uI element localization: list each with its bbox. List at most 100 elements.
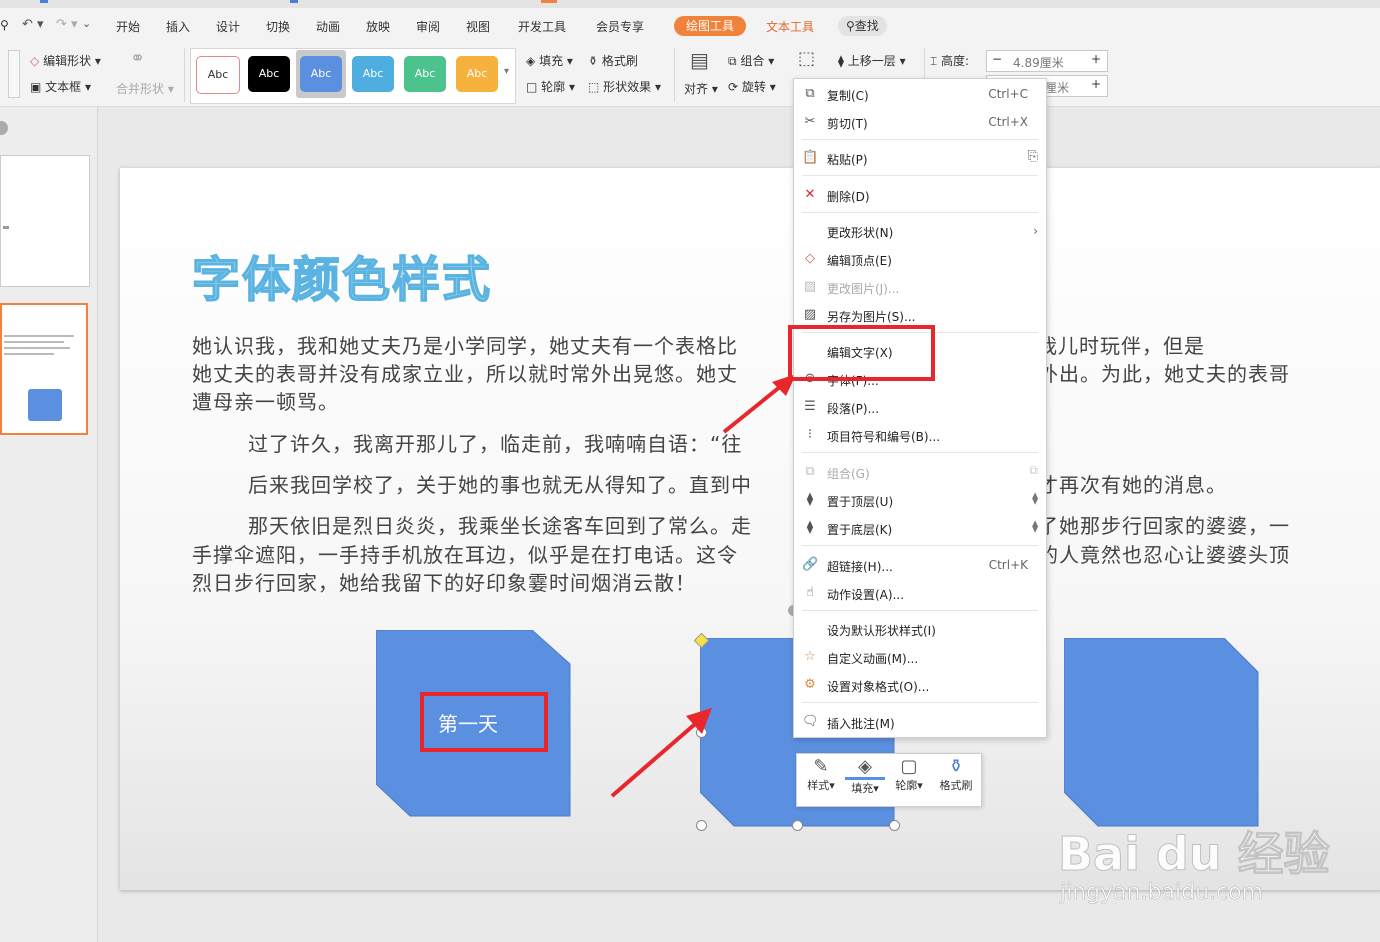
height-input[interactable]: 4.89厘米 (1013, 54, 1064, 71)
tab-text-tools[interactable]: 文本工具 (766, 18, 814, 35)
paste-options-icon[interactable]: ⎘ (1028, 149, 1038, 164)
style-swatch-black[interactable]: Abc (248, 56, 290, 92)
redo-icon[interactable]: ↷ ▾ (56, 17, 78, 32)
tab-transition[interactable]: 切换 (266, 18, 290, 35)
panel-toggle[interactable] (0, 121, 8, 135)
mini-format-brush-button[interactable]: ⚱ 格式刷 (935, 756, 977, 793)
paragraph-line[interactable]: 才再次有她的消息。 (1038, 471, 1227, 499)
style-swatch-orange[interactable]: Abc (456, 56, 498, 92)
thumb-text (4, 341, 64, 343)
undo-icon[interactable]: ↶ ▾ (22, 17, 44, 32)
group-icon: ⧉ (805, 464, 815, 479)
resize-handle[interactable] (792, 820, 803, 831)
tab-animation[interactable]: 动画 (316, 18, 340, 35)
thumb-text (4, 335, 74, 337)
menu-item-paste[interactable]: 📋 粘贴(P) ⎘ (794, 145, 1046, 171)
select-pane-icon[interactable]: ⬚ (798, 48, 815, 69)
resize-handle[interactable] (889, 820, 900, 831)
slide-canvas[interactable]: 字体颜色样式 她认识我，我和她丈夫乃是小学同学，她丈夫有一个表格比 邻居，也是我… (120, 168, 1380, 890)
menu-item-change-shape[interactable]: 更改形状(N) › (794, 218, 1046, 244)
ribbon-scroll[interactable] (8, 50, 20, 98)
menu-item-custom-animation[interactable]: ☆ 自定义动画(M)... (794, 644, 1046, 670)
mini-style-button[interactable]: ✎ 样式▾ (801, 756, 841, 793)
text-box-button[interactable]: ▣ 文本框 ▾ (30, 78, 91, 95)
menu-item-cut[interactable]: ✂ 剪切(T) Ctrl+X (794, 109, 1046, 135)
width-input[interactable]: 厘米 (1045, 79, 1069, 96)
tab-drawing-tools[interactable]: 绘图工具 (674, 16, 747, 36)
paragraph-line[interactable]: 后来我回学校了，关于她的事也就无从得知了。直到中 (248, 471, 752, 499)
slide-thumbnail-1[interactable] (0, 155, 90, 287)
format-object-icon: ⚙ (804, 677, 816, 692)
menu-item-bring-to-front[interactable]: ⧫ 置于顶层(U) ⧫ (794, 487, 1046, 513)
merge-shape-button[interactable]: 合并形状 ▾ (116, 80, 174, 97)
menu-item-set-default-style[interactable]: 设为默认形状样式(I) (794, 616, 1046, 642)
shape-text[interactable]: 第一天 (438, 708, 498, 737)
send-to-back-side-icon[interactable]: ⧫ (1032, 519, 1038, 533)
paragraph-line[interactable]: 的人竟然也忍心让婆婆头顶 (1038, 541, 1290, 569)
tab-design[interactable]: 设计 (216, 18, 240, 35)
gallery-more-icon[interactable]: ▾ (504, 66, 509, 77)
resize-handle[interactable] (696, 820, 707, 831)
shape-effect-button[interactable]: ⬚ 形状效果 ▾ (588, 78, 661, 95)
tab-home[interactable]: 开始 (116, 18, 140, 35)
paragraph-line[interactable]: 她丈夫的表哥并没有成家立业，所以就时常外出晃悠。她丈 (192, 360, 738, 388)
menu-item-hyperlink[interactable]: 🔗 超链接(H)... Ctrl+K (794, 552, 1046, 578)
style-swatch-white[interactable]: Abc (196, 56, 240, 94)
customize-icon[interactable]: ⌄ (82, 17, 91, 30)
slide-title[interactable]: 字体颜色样式 (191, 240, 492, 310)
menu-item-action-settings[interactable]: ☝ 动作设置(A)... (794, 580, 1046, 606)
tab-view[interactable]: 视图 (466, 18, 490, 35)
menu-item-insert-comment[interactable]: 🗨 插入批注(M) (794, 709, 1046, 735)
search-icon[interactable]: ⚲ (0, 18, 9, 32)
fill-label: 填充 (539, 54, 564, 68)
tab-slideshow[interactable]: 放映 (366, 18, 390, 35)
group-button[interactable]: ⧉ 组合 ▾ (728, 52, 774, 69)
plus-icon[interactable]: + (1091, 77, 1101, 91)
minus-icon[interactable]: − (992, 52, 1002, 66)
paragraph-line[interactable]: 烈日步行回家，她给我留下的好印象霎时间烟消云散！ (192, 569, 696, 597)
tab-member[interactable]: 会员专享 (596, 18, 644, 35)
align-button[interactable]: 对齐 ▾ (684, 80, 718, 97)
fill-button[interactable]: ◈ 填充 ▾ (526, 52, 573, 69)
mini-outline-button[interactable]: ▢ 轮廓▾ (889, 756, 929, 793)
tab-review[interactable]: 审阅 (416, 18, 440, 35)
tab-insert[interactable]: 插入 (166, 18, 190, 35)
menu-item-edit-points[interactable]: ◇ 编辑顶点(E) (794, 246, 1046, 272)
search-button[interactable]: ⚲查找 (838, 16, 887, 36)
edit-shape-button[interactable]: ◇ 编辑形状 ▾ (30, 52, 101, 69)
height-stepper[interactable]: − 4.89厘米 + (986, 50, 1108, 72)
paragraph-line[interactable]: 手撑伞遮阳，一手持手机放在耳边，似乎是在打电话。这令 (192, 541, 738, 569)
menubar: ⚲ ↶ ▾ ↷ ▾ ⌄ 开始 插入 设计 切换 动画 放映 审阅 视图 开发工具… (0, 8, 1380, 44)
paragraph-line[interactable]: 她认识我，我和她丈夫乃是小学同学，她丈夫有一个表格比 (192, 332, 738, 360)
snip-rectangle-shape-3[interactable] (1064, 638, 1260, 828)
comment-icon: 🗨 (802, 714, 819, 729)
menu-label: 另存为图片(S)... (827, 310, 916, 324)
rotate-button[interactable]: ⟳ 旋转 ▾ (728, 78, 776, 95)
tab-developer[interactable]: 开发工具 (518, 18, 566, 35)
menu-item-format-object[interactable]: ⚙ 设置对象格式(O)... (794, 672, 1046, 698)
bring-to-front-side-icon[interactable]: ⧫ (1032, 491, 1038, 505)
slide-thumbnail-2[interactable] (0, 303, 88, 435)
mini-brush-label: 格式刷 (939, 779, 973, 792)
menu-item-group[interactable]: ⧉ 组合(G) ⧉ (794, 459, 1046, 485)
bring-forward-button[interactable]: ⧫ 上移一层 ▾ (838, 52, 906, 69)
style-swatch-lightblue[interactable]: Abc (352, 56, 394, 92)
paragraph-line[interactable]: 遭母亲一顿骂。 (192, 388, 339, 416)
format-brush-button[interactable]: ⚱ 格式刷 (588, 52, 638, 69)
mini-fill-button[interactable]: ◈ 填充▾ (845, 756, 885, 796)
style-swatch-green[interactable]: Abc (404, 56, 446, 92)
paragraph-line[interactable]: 外出。为此，她丈夫的表哥 (1038, 360, 1290, 388)
paragraph-line[interactable]: 过了许久，我离开那儿了，临走前，我喃喃自语：“往 (248, 430, 742, 458)
outline-button[interactable]: □ 轮廓 ▾ (526, 78, 575, 95)
menu-item-delete[interactable]: ✕ 删除(D) (794, 182, 1046, 208)
menu-item-copy[interactable]: ⧉ 复制(C) Ctrl+C (794, 81, 1046, 107)
menu-item-paragraph[interactable]: ☰ 段落(P)... (794, 394, 1046, 420)
align-icon: ▤ (690, 48, 709, 72)
paragraph-line[interactable]: 那天依旧是烈日炎炎，我乘坐长途客车回到了常么。走 (248, 512, 752, 540)
paragraph-line[interactable]: 了她那步行回家的婆婆，一 (1038, 512, 1290, 540)
menu-item-change-picture[interactable]: ▨ 更改图片(J)... (794, 274, 1046, 300)
plus-icon[interactable]: + (1091, 52, 1101, 66)
menu-item-bullets[interactable]: ⁝ 项目符号和编号(B)... (794, 422, 1046, 448)
menu-item-send-to-back[interactable]: ⧫ 置于底层(K) ⧫ (794, 515, 1046, 541)
style-swatch-blue[interactable]: Abc (300, 56, 342, 92)
